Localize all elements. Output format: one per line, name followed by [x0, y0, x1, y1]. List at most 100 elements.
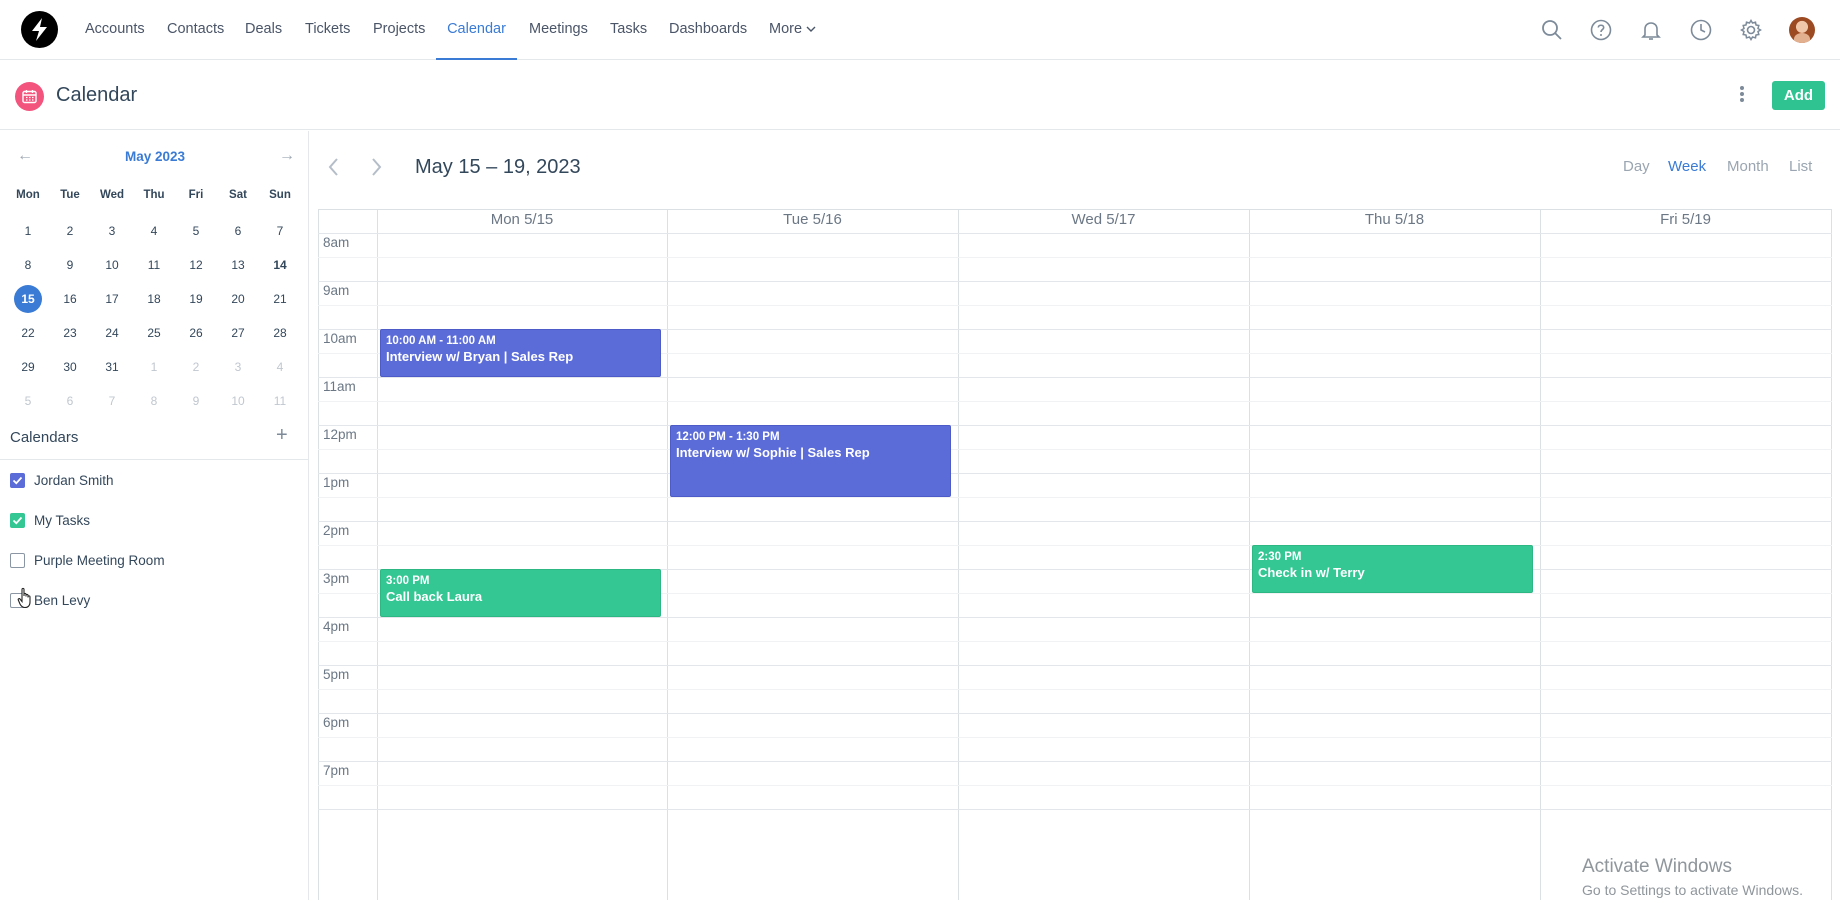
mini-day[interactable]: 9: [49, 248, 91, 282]
nav-projects[interactable]: Projects: [373, 0, 425, 60]
calendar-item-purple-meeting-room[interactable]: Purple Meeting Room: [10, 550, 165, 570]
mini-day[interactable]: 2: [49, 214, 91, 248]
hour-label: 11am: [323, 379, 356, 394]
view-tab-day[interactable]: Day: [1623, 158, 1650, 175]
logo-icon[interactable]: [21, 11, 58, 48]
mini-day-other-month[interactable]: 2: [175, 350, 217, 384]
event-call-back-laura[interactable]: 3:00 PM Call back Laura: [380, 569, 661, 617]
calendar-item-jordan-smith[interactable]: Jordan Smith: [10, 470, 114, 490]
day-header-fri[interactable]: Fri 5/19: [1540, 211, 1831, 231]
settings-gear-icon[interactable]: [1739, 18, 1763, 42]
mini-day[interactable]: 24: [91, 316, 133, 350]
view-tab-week[interactable]: Week: [1668, 158, 1706, 175]
mini-day-other-month[interactable]: 6: [49, 384, 91, 418]
calendars-heading: Calendars: [10, 429, 79, 446]
mini-day[interactable]: 19: [175, 282, 217, 316]
mini-day[interactable]: 13: [217, 248, 259, 282]
mini-day[interactable]: 28: [259, 316, 301, 350]
mini-day[interactable]: 27: [217, 316, 259, 350]
prev-week-chevron-icon[interactable]: [327, 156, 341, 183]
event-interview-bryan[interactable]: 10:00 AM - 11:00 AM Interview w/ Bryan |…: [380, 329, 661, 377]
mini-day[interactable]: 22: [7, 316, 49, 350]
next-week-chevron-icon[interactable]: [369, 156, 383, 183]
mini-day-today[interactable]: 14: [259, 248, 301, 282]
mini-day[interactable]: 5: [175, 214, 217, 248]
mini-day-other-month[interactable]: 5: [7, 384, 49, 418]
nav-accounts[interactable]: Accounts: [85, 0, 145, 60]
user-avatar[interactable]: [1789, 17, 1815, 43]
grid-hour-line: [318, 425, 1832, 426]
day-header-mon[interactable]: Mon 5/15: [377, 211, 667, 231]
mini-day[interactable]: 17: [91, 282, 133, 316]
mini-day-other-month[interactable]: 3: [217, 350, 259, 384]
mini-day[interactable]: 6: [217, 214, 259, 248]
mini-day[interactable]: 11: [133, 248, 175, 282]
event-interview-sophie[interactable]: 12:00 PM - 1:30 PM Interview w/ Sophie |…: [670, 425, 951, 497]
mini-day[interactable]: 1: [7, 214, 49, 248]
event-check-in-terry[interactable]: 2:30 PM Check in w/ Terry: [1252, 545, 1533, 593]
calendar-item-my-tasks[interactable]: My Tasks: [10, 510, 90, 530]
mini-calendar-weekdays: Mon Tue Wed Thu Fri Sat Sun: [7, 184, 301, 206]
mini-day[interactable]: 12: [175, 248, 217, 282]
nav-tasks[interactable]: Tasks: [610, 0, 647, 60]
divider: [0, 459, 308, 460]
mini-day[interactable]: 20: [217, 282, 259, 316]
mini-calendar-next-icon[interactable]: →: [279, 147, 295, 165]
mini-day[interactable]: 30: [49, 350, 91, 384]
add-button[interactable]: Add: [1772, 81, 1825, 110]
mini-day-other-month[interactable]: 8: [133, 384, 175, 418]
mini-day-other-month[interactable]: 10: [217, 384, 259, 418]
mini-day-other-month[interactable]: 11: [259, 384, 301, 418]
mini-day-other-month[interactable]: 7: [91, 384, 133, 418]
mini-calendar-week: 1 2 3 4 5 6 7: [7, 214, 301, 248]
hour-label: 4pm: [323, 619, 350, 634]
calendar-item-label: Ben Levy: [34, 592, 91, 608]
add-calendar-plus-icon[interactable]: +: [276, 424, 288, 447]
mini-day-selected[interactable]: 15: [7, 282, 49, 316]
mini-day-other-month[interactable]: 4: [259, 350, 301, 384]
search-icon[interactable]: [1540, 18, 1564, 42]
nav-tickets[interactable]: Tickets: [305, 0, 350, 60]
nav-meetings[interactable]: Meetings: [529, 0, 588, 60]
nav-dashboards[interactable]: Dashboards: [669, 0, 747, 60]
mini-day[interactable]: 3: [91, 214, 133, 248]
nav-contacts[interactable]: Contacts: [167, 0, 224, 60]
nav-calendar[interactable]: Calendar: [436, 0, 517, 60]
nav-more[interactable]: More: [769, 0, 816, 60]
mini-day[interactable]: 31: [91, 350, 133, 384]
grid-column-line: [377, 209, 378, 900]
event-title: Call back Laura: [386, 589, 483, 604]
mini-day[interactable]: 29: [7, 350, 49, 384]
mini-day[interactable]: 7: [259, 214, 301, 248]
grid-half-hour-line: [318, 737, 1832, 738]
mini-calendar-title[interactable]: May 2023: [100, 149, 210, 164]
mini-day-other-month[interactable]: 9: [175, 384, 217, 418]
hand-cursor-icon: [17, 587, 33, 614]
clock-icon[interactable]: [1689, 18, 1713, 42]
nav-deals[interactable]: Deals: [245, 0, 282, 60]
grid-hour-line: [318, 233, 1832, 234]
view-tab-month[interactable]: Month: [1727, 158, 1769, 175]
checkbox-checked[interactable]: [10, 472, 25, 488]
view-tab-list[interactable]: List: [1789, 158, 1812, 175]
checkbox-checked[interactable]: [10, 512, 25, 528]
mini-day[interactable]: 25: [133, 316, 175, 350]
mini-day[interactable]: 23: [49, 316, 91, 350]
calendar-badge-icon: [15, 82, 44, 111]
mini-calendar-prev-icon[interactable]: ←: [17, 147, 33, 165]
mini-day[interactable]: 16: [49, 282, 91, 316]
day-header-tue[interactable]: Tue 5/16: [667, 211, 958, 231]
more-options-icon[interactable]: [1734, 84, 1750, 106]
mini-day[interactable]: 21: [259, 282, 301, 316]
mini-day[interactable]: 8: [7, 248, 49, 282]
checkbox-unchecked[interactable]: [10, 552, 25, 568]
day-header-wed[interactable]: Wed 5/17: [958, 211, 1249, 231]
day-header-thu[interactable]: Thu 5/18: [1249, 211, 1540, 231]
mini-day-other-month[interactable]: 1: [133, 350, 175, 384]
help-icon[interactable]: [1589, 18, 1613, 42]
mini-day[interactable]: 4: [133, 214, 175, 248]
mini-day[interactable]: 10: [91, 248, 133, 282]
mini-day[interactable]: 26: [175, 316, 217, 350]
notifications-bell-icon[interactable]: [1639, 18, 1663, 42]
mini-day[interactable]: 18: [133, 282, 175, 316]
